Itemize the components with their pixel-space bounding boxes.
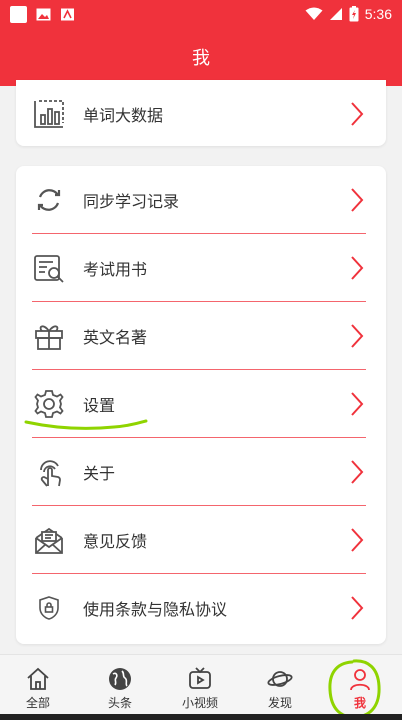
tab-label: 全部 <box>25 695 50 710</box>
chevron-right-icon <box>351 324 364 348</box>
battery-icon <box>349 6 359 22</box>
shield-icon <box>32 591 66 625</box>
touch-icon <box>32 455 66 489</box>
menu-item-feedback[interactable]: 意见反馈 <box>16 506 386 574</box>
chevron-right-icon <box>351 528 364 552</box>
tab-short-video[interactable]: 小视频 <box>160 655 240 717</box>
globe-icon <box>109 667 131 690</box>
menu-item-label: 英文名著 <box>83 328 148 347</box>
gift-icon <box>32 319 66 353</box>
chevron-right-icon <box>351 102 364 126</box>
mail-icon <box>32 523 66 557</box>
tv-icon <box>189 666 211 689</box>
notification-square-icon <box>10 5 27 23</box>
menu-item-label: 关于 <box>83 464 116 483</box>
menu-item-label: 考试用书 <box>83 260 148 279</box>
gear-icon <box>32 387 66 421</box>
app-notification-icon <box>61 8 74 20</box>
signal-icon <box>329 8 342 20</box>
wifi-icon <box>305 7 323 20</box>
settings-card: 同步学习记录 考试用书 英文名著 设置 关于 意见反馈 使用条款与隐私协议 <box>16 166 386 644</box>
menu-item-exam-books[interactable]: 考试用书 <box>16 234 386 302</box>
menu-item-label: 使用条款与隐私协议 <box>83 600 228 619</box>
menu-item-about[interactable]: 关于 <box>16 438 386 506</box>
tab-headlines[interactable]: 头条 <box>80 655 160 717</box>
menu-item-word-data[interactable]: 单词大数据 <box>16 80 386 148</box>
bottom-tab-bar: 全部 头条 小视频 发现 我 <box>0 654 402 720</box>
chevron-right-icon <box>351 596 364 620</box>
exam-book-icon <box>32 251 66 285</box>
data-card: 单词大数据 <box>16 80 386 146</box>
tab-label: 我 <box>353 695 366 710</box>
menu-item-label: 意见反馈 <box>83 532 148 551</box>
tab-me[interactable]: 我 <box>320 655 400 717</box>
chevron-right-icon <box>351 392 364 416</box>
page-title: 我 <box>192 48 210 69</box>
system-nav-strip <box>0 714 402 720</box>
chevron-right-icon <box>351 460 364 484</box>
image-notification-icon <box>36 8 51 20</box>
chart-icon <box>32 97 66 131</box>
menu-item-label: 设置 <box>83 396 116 415</box>
tab-label: 小视频 <box>181 695 218 710</box>
tab-all[interactable]: 全部 <box>0 655 78 717</box>
person-icon <box>350 668 370 690</box>
sync-icon <box>32 183 66 217</box>
menu-item-settings[interactable]: 设置 <box>16 370 386 438</box>
menu-item-label: 单词大数据 <box>83 106 164 125</box>
status-time: 5:36 <box>364 6 392 22</box>
tab-label: 头条 <box>107 695 132 710</box>
tab-label: 发现 <box>267 695 292 710</box>
planet-icon <box>267 670 293 687</box>
menu-item-english-classics[interactable]: 英文名著 <box>16 302 386 370</box>
chevron-right-icon <box>351 188 364 212</box>
menu-item-label: 同步学习记录 <box>83 192 180 211</box>
status-bar: 5:36 <box>0 0 402 28</box>
tab-discover[interactable]: 发现 <box>240 655 320 717</box>
menu-item-sync-records[interactable]: 同步学习记录 <box>16 166 386 234</box>
chevron-right-icon <box>351 256 364 280</box>
home-icon <box>27 667 49 690</box>
page-header: 我 <box>0 28 402 86</box>
menu-item-terms-privacy[interactable]: 使用条款与隐私协议 <box>16 574 386 642</box>
